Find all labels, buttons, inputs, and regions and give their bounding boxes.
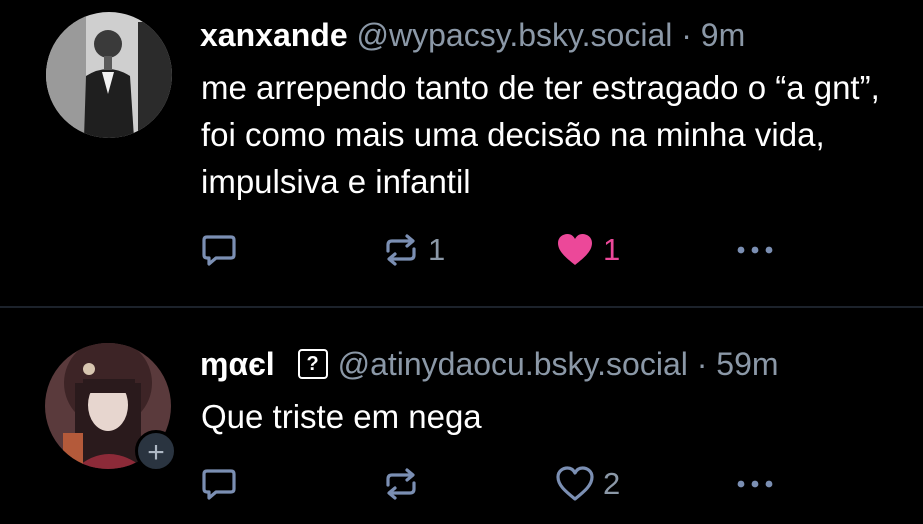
- unknown-status-badge: ?: [297, 348, 328, 379]
- more-options-button[interactable]: [735, 464, 775, 504]
- author-handle[interactable]: @wypacsy.bsky.social: [357, 17, 673, 53]
- heart-icon: [558, 234, 592, 265]
- post-text: me arrependo tanto de ter estragado o “a…: [201, 69, 880, 200]
- separator-dot: ·: [696, 346, 708, 382]
- post-header: xanxande @wypacsy.bsky.social · 9m: [200, 16, 745, 54]
- post[interactable]: xanxande @wypacsy.bsky.social · 9m me ar…: [0, 0, 923, 306]
- repost-arrows-icon: [386, 234, 416, 266]
- post-text: Que triste em nega: [201, 398, 482, 435]
- speech-bubble-icon: [202, 469, 236, 500]
- reply-button[interactable]: [200, 464, 246, 504]
- repost-count: 1: [428, 232, 446, 267]
- speech-bubble-icon: [202, 235, 236, 266]
- repost-button[interactable]: [382, 464, 428, 504]
- reply-button[interactable]: [200, 230, 246, 270]
- like-count: 1: [603, 232, 621, 267]
- repost-button[interactable]: 1: [382, 230, 445, 270]
- like-button[interactable]: 2: [555, 464, 620, 504]
- more-options-button[interactable]: [735, 230, 775, 270]
- like-button[interactable]: 1: [555, 230, 620, 270]
- ellipsis-icon: [737, 246, 773, 254]
- repost-arrows-icon: [386, 468, 416, 500]
- author-name[interactable]: ɱαєl: [200, 346, 275, 382]
- heart-icon: [556, 466, 594, 501]
- like-count: 2: [603, 466, 621, 501]
- ellipsis-icon: [737, 480, 773, 488]
- post-header: ɱαєl ? @atinydaocu.bsky.social · 59m: [200, 345, 779, 385]
- author-handle[interactable]: @atinydaocu.bsky.social: [338, 346, 688, 382]
- post-time[interactable]: 9m: [701, 17, 745, 53]
- post-time[interactable]: 59m: [716, 346, 778, 382]
- separator-dot: ·: [681, 17, 692, 53]
- follow-plus-button[interactable]: +: [135, 430, 177, 472]
- avatar[interactable]: [46, 12, 172, 138]
- author-name[interactable]: xanxande: [200, 17, 348, 53]
